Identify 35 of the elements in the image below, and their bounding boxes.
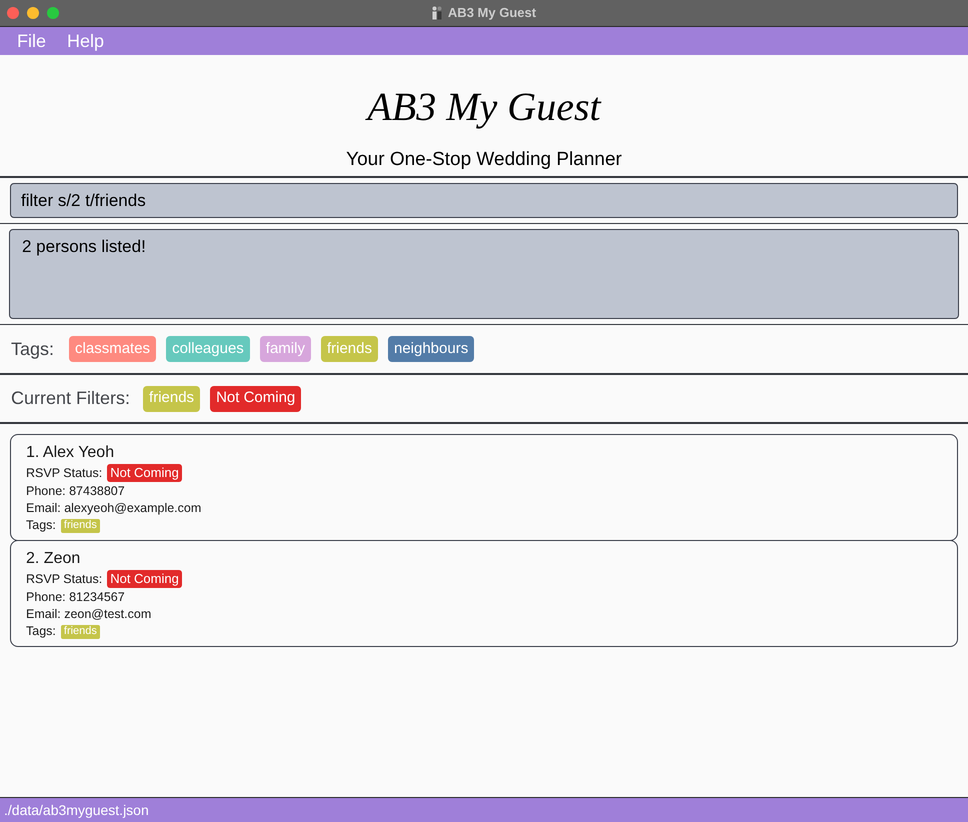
result-display: 2 persons listed! [9,229,959,319]
rsvp-label: RSVP Status: [26,570,102,588]
close-icon[interactable] [7,7,19,19]
app-subtitle: Your One-Stop Wedding Planner [346,148,622,172]
tag-chip: friends [320,336,378,362]
tag-chip: friends [60,518,100,532]
person-name: 1. Alex Yeoh [26,443,116,463]
tags-label: Tags: [11,338,54,361]
phone-text: Phone: 81234567 [26,589,126,606]
tag-chip: neighbours [388,336,474,362]
tag-chip: family [260,336,311,362]
tags-label: Tags: [26,517,56,534]
file-path: ./data/ab3myguest.json [4,800,149,820]
tag-chip: classmates [69,336,156,362]
command-input[interactable]: filter s/2 t/friends [10,183,958,218]
phone-text: Phone: 87438807 [26,483,126,500]
rsvp-status-chip: Not Coming [107,464,182,482]
person-name: 2. Zeon [26,549,82,569]
minimize-icon[interactable] [27,7,39,19]
filter-chip: Not Coming [210,386,302,412]
app-title: AB3 My Guest [367,83,601,131]
filters-label: Current Filters: [11,387,130,410]
rsvp-status-chip: Not Coming [107,570,182,588]
email-text: Email: zeon@test.com [26,606,152,623]
person-card[interactable]: 2. Zeon RSVP Status: Not Coming Phone: 81234567 Email: zeon@test.com Tags: friends [10,540,958,647]
people-icon [432,6,442,20]
email-text: Email: alexyeoh@example.com [26,500,202,517]
rsvp-label: RSVP Status: [26,464,102,482]
person-card[interactable]: 1. Alex Yeoh RSVP Status: Not Coming Phone: 87438807 Email: alexyeoh@example.com Tags: friends [10,434,958,541]
window-title: AB3 My Guest [448,4,536,22]
maximize-icon[interactable] [47,7,59,19]
tags-label: Tags: [26,623,56,640]
filter-chip: friends [143,386,200,412]
tag-chip: friends [60,624,100,638]
tag-chip: colleagues [166,336,250,362]
